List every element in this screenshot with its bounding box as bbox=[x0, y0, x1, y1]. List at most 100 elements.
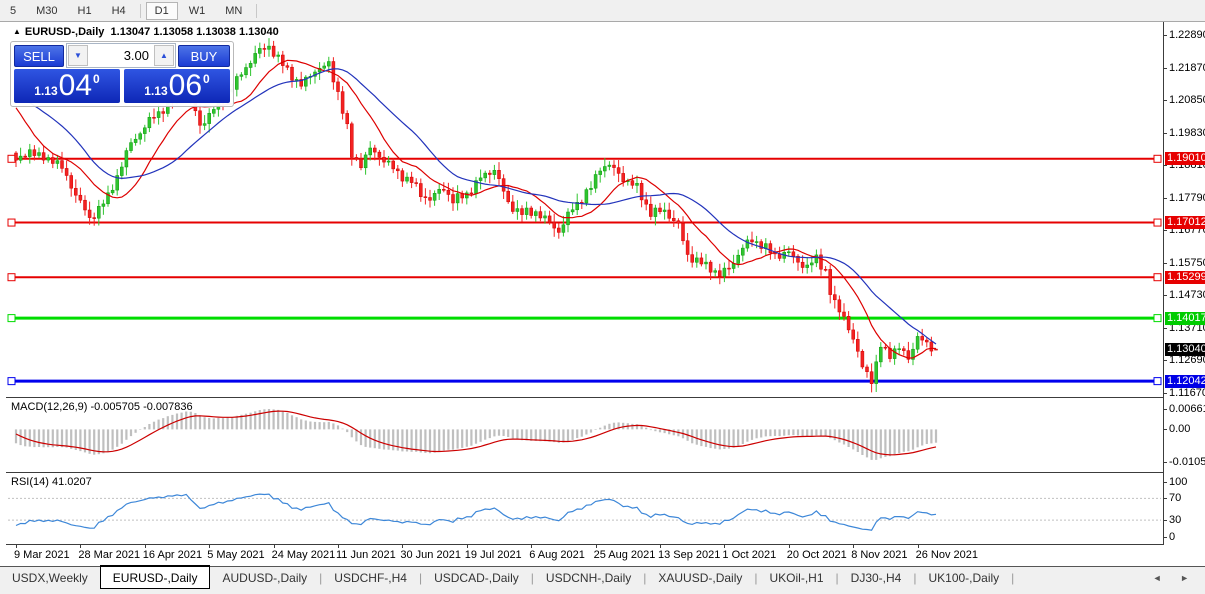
line-handle[interactable] bbox=[8, 378, 15, 385]
date-axis-label: 16 Apr 2021 bbox=[143, 549, 202, 561]
macd-pane[interactable]: MACD(12,26,9) -0.005705 -0.007836 bbox=[6, 398, 1163, 473]
date-axis-tick bbox=[596, 545, 597, 548]
price-axis-label: 1.15750 bbox=[1169, 258, 1205, 269]
line-handle[interactable] bbox=[1154, 219, 1161, 226]
price-badge: 1.13040 bbox=[1165, 343, 1205, 356]
tab-xauusd-daily[interactable]: XAUUSD-,Daily bbox=[646, 567, 754, 588]
sell-price-big: 04 bbox=[59, 71, 92, 101]
toolbar-separator bbox=[256, 4, 257, 18]
price-axis-tick bbox=[1164, 295, 1167, 296]
price-axis-tick bbox=[1164, 360, 1167, 361]
date-axis-tick bbox=[274, 545, 275, 548]
buy-price-display[interactable]: 1.13 06 0 bbox=[124, 69, 230, 103]
date-axis-tick bbox=[145, 545, 146, 548]
date-axis-label: 11 Jun 2021 bbox=[336, 549, 396, 561]
timeframe-button-m30[interactable]: M30 bbox=[27, 2, 66, 20]
sell-price-display[interactable]: 1.13 04 0 bbox=[14, 69, 120, 103]
chart-title: ▲ EURUSD-,Daily 1.13047 1.13058 1.13038 1… bbox=[13, 26, 279, 38]
timeframe-button-mn[interactable]: MN bbox=[216, 2, 251, 20]
volume-control: ▼ 3.00 ▲ bbox=[66, 43, 176, 68]
rsi-axis-tick bbox=[1164, 520, 1167, 521]
volume-decrease-button[interactable]: ▼ bbox=[68, 45, 88, 66]
price-axis-label: 1.11670 bbox=[1169, 388, 1205, 399]
timeframe-toolbar: 5M30H1H4 D1W1MN bbox=[0, 0, 1205, 22]
date-axis-tick bbox=[209, 545, 210, 548]
timeframe-button-w1[interactable]: W1 bbox=[180, 2, 215, 20]
tab-dj30-h4[interactable]: DJ30-,H4 bbox=[839, 567, 914, 588]
date-axis-tick bbox=[853, 545, 854, 548]
line-handle[interactable] bbox=[1154, 315, 1161, 322]
timeframe-button-d1[interactable]: D1 bbox=[146, 2, 178, 20]
macd-axis-tick bbox=[1164, 462, 1167, 463]
tab-usdcad-daily[interactable]: USDCAD-,Daily bbox=[422, 567, 531, 588]
price-axis-tick bbox=[1164, 263, 1167, 264]
price-axis-tick bbox=[1164, 100, 1167, 101]
price-axis-tick bbox=[1164, 165, 1167, 166]
sell-button[interactable]: SELL bbox=[14, 45, 64, 67]
chart-symbol-label: EURUSD-,Daily bbox=[25, 26, 104, 38]
price-axis-label: 1.17790 bbox=[1169, 193, 1205, 204]
date-axis-tick bbox=[16, 545, 17, 548]
macd-chart bbox=[6, 398, 1163, 471]
tab-separator: | bbox=[1011, 571, 1014, 585]
line-handle[interactable] bbox=[8, 315, 15, 322]
buy-price-big: 06 bbox=[169, 71, 202, 101]
line-handle[interactable] bbox=[8, 155, 15, 162]
rsi-axis-tick bbox=[1164, 498, 1167, 499]
date-axis-label: 19 Jul 2021 bbox=[465, 549, 522, 561]
price-axis-tick bbox=[1164, 198, 1167, 199]
rsi-pane[interactable]: RSI(14) 41.0207 bbox=[6, 473, 1163, 545]
price-badge: 1.15299 bbox=[1165, 271, 1205, 284]
date-axis-tick bbox=[789, 545, 790, 548]
line-handle[interactable] bbox=[1154, 274, 1161, 281]
buy-button[interactable]: BUY bbox=[178, 45, 230, 67]
chart-ohlc-values: 1.13047 1.13058 1.13038 1.13040 bbox=[111, 26, 279, 38]
rsi-line bbox=[16, 494, 936, 530]
line-handle[interactable] bbox=[1154, 155, 1161, 162]
date-axis-label: 5 May 2021 bbox=[207, 549, 264, 561]
line-handle[interactable] bbox=[8, 219, 15, 226]
date-axis: 9 Mar 202128 Mar 202116 Apr 20215 May 20… bbox=[6, 545, 1163, 566]
date-axis-tick bbox=[724, 545, 725, 548]
date-axis-tick bbox=[338, 545, 339, 548]
tab-ukoil-h1[interactable]: UKOil-,H1 bbox=[758, 567, 836, 588]
tab-audusd-daily[interactable]: AUDUSD-,Daily bbox=[210, 567, 319, 588]
timeframe-button-h4[interactable]: H4 bbox=[103, 2, 135, 20]
tab-usdcnh-daily[interactable]: USDCNH-,Daily bbox=[534, 567, 643, 588]
tab-eurusd-daily[interactable]: EURUSD-,Daily bbox=[100, 565, 211, 589]
date-axis-label: 30 Jun 2021 bbox=[400, 549, 461, 561]
date-axis-tick bbox=[918, 545, 919, 548]
volume-input[interactable]: 3.00 bbox=[89, 44, 153, 67]
sell-price-small: 1.13 bbox=[34, 84, 57, 98]
price-axis-label: 1.14730 bbox=[1169, 290, 1205, 301]
collapse-arrow-icon[interactable]: ▲ bbox=[13, 27, 21, 36]
line-handle[interactable] bbox=[8, 274, 15, 281]
buy-price-small: 1.13 bbox=[144, 84, 167, 98]
macd-axis-label: 0.00 bbox=[1169, 424, 1190, 435]
tab-usdchf-h4[interactable]: USDCHF-,H4 bbox=[322, 567, 419, 588]
price-axis-tick bbox=[1164, 133, 1167, 134]
tab-usdx-weekly[interactable]: USDX,Weekly bbox=[0, 567, 100, 588]
price-badge: 1.19010 bbox=[1165, 152, 1205, 165]
timeframe-button-5[interactable]: 5 bbox=[1, 2, 25, 20]
macd-axis-label: -0.01059 bbox=[1169, 457, 1205, 468]
date-axis-label: 26 Nov 2021 bbox=[916, 549, 978, 561]
date-axis-tick bbox=[402, 545, 403, 548]
tab-scroll-arrows[interactable]: ◄ ► bbox=[1153, 573, 1197, 583]
line-handle[interactable] bbox=[1154, 378, 1161, 385]
price-axis-label: 1.22890 bbox=[1169, 30, 1205, 41]
volume-increase-button[interactable]: ▲ bbox=[154, 45, 174, 66]
date-axis-tick bbox=[80, 545, 81, 548]
timeframe-button-h1[interactable]: H1 bbox=[69, 2, 101, 20]
rsi-axis-label: 100 bbox=[1169, 477, 1187, 488]
rsi-chart bbox=[6, 473, 1163, 544]
date-axis-label: 1 Oct 2021 bbox=[722, 549, 776, 561]
macd-axis-label: 0.00661 bbox=[1169, 404, 1205, 415]
date-axis-tick bbox=[467, 545, 468, 548]
macd-axis-tick bbox=[1164, 409, 1167, 410]
rsi-axis-label: 70 bbox=[1169, 493, 1181, 504]
rsi-axis-tick bbox=[1164, 537, 1167, 538]
price-badge: 1.17012 bbox=[1165, 216, 1205, 229]
tab-uk100-daily[interactable]: UK100-,Daily bbox=[916, 567, 1011, 588]
date-axis-tick bbox=[531, 545, 532, 548]
